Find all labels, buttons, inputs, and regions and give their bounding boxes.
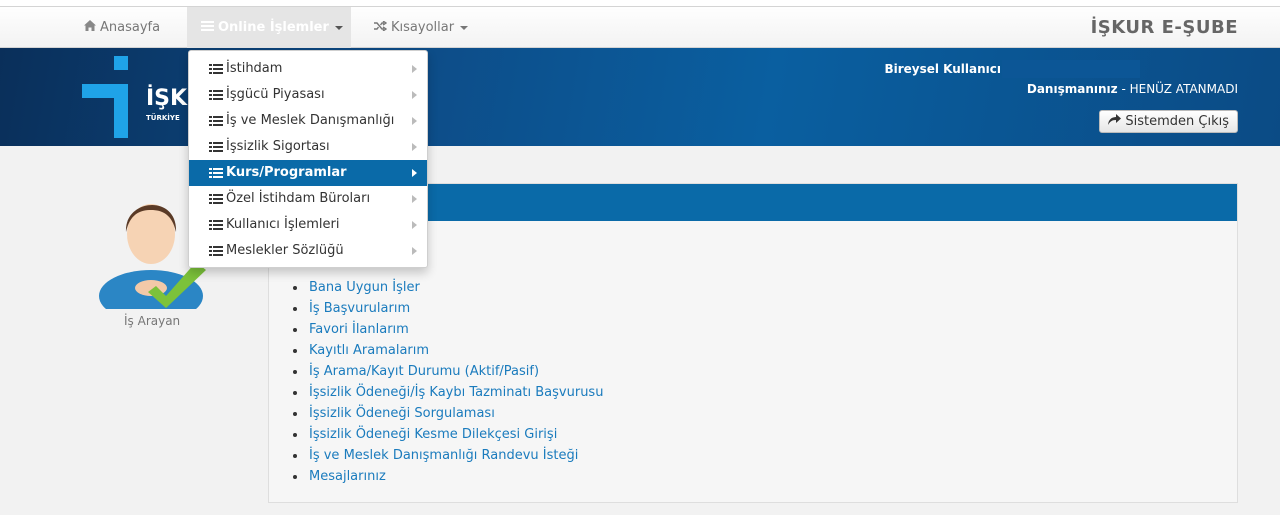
list-item[interactable]: İşsizlik Ödeneği Kesme Dilekçesi Girişi [292,424,603,445]
list-item[interactable]: Kayıtlı Aramalarım [292,340,603,361]
menu-item-label: İşgücü Piyasası [226,87,325,102]
menu-item-kurs-programlar[interactable]: Kurs/Programlar [189,160,427,186]
caret-down-icon [460,25,469,30]
nav-home-label: Anasayfa [100,20,161,35]
menu-item-isgucu-piyasasi[interactable]: İşgücü Piyasası [189,82,427,108]
chevron-right-icon [412,65,417,73]
list-icon [209,90,223,100]
menu-item-label: İstihdam [226,61,283,76]
chevron-right-icon [412,143,417,151]
logo-text: İŞK [146,86,188,111]
chevron-right-icon [412,221,417,229]
menu-item-istihdam[interactable]: İstihdam [189,56,427,82]
nav-online-islemler[interactable]: Online İşlemler [187,7,351,48]
iskur-logo-icon [82,56,142,142]
menu-item-label: İş ve Meslek Danışmanlığı [226,113,395,128]
shuffle-icon [374,7,388,48]
list-icon [209,246,223,256]
list-icon [209,116,223,126]
brand-title: İŞKUR E-ŞUBE [1090,17,1238,38]
menu-item-meslekler-sozlugu[interactable]: Meslekler Sözlüğü [189,238,427,264]
chevron-right-icon [412,247,417,255]
logo-subtext: TÜRKİYE [146,114,180,122]
menu-item-label: Özel İstihdam Büroları [226,191,371,206]
menu-item-kullanici-islemleri[interactable]: Kullanıcı İşlemleri [189,212,427,238]
advisor-info: Danışmanınız - HENÜZ ATANMADI [1027,82,1238,96]
user-type-label: Bireysel Kullanıcı [884,62,1001,76]
advisor-label: Danışmanınız [1026,82,1118,96]
list-item[interactable]: İş Arama/Kayıt Durumu (Aktif/Pasif) [292,361,603,382]
chevron-right-icon [412,195,417,203]
list-icon [209,142,223,152]
share-arrow-icon [1108,114,1125,129]
list-item[interactable]: Favori İlanlarım [292,319,603,340]
menu-item-ozel-istihdam-burolari[interactable]: Özel İstihdam Büroları [189,186,427,212]
menu-item-label: Meslekler Sözlüğü [226,243,344,258]
chevron-right-icon [412,169,417,177]
list-item[interactable]: İş ve Meslek Danışmanlığı Randevu İsteği [292,445,603,466]
caret-down-icon [334,25,343,30]
navbar: Anasayfa Online İşlemler Kısayollar İŞKU… [0,6,1280,48]
chevron-right-icon [412,91,417,99]
list-item[interactable]: Mesajlarınız [292,466,603,487]
list-item[interactable]: İşsizlik Ödeneği Sorgulaması [292,403,603,424]
nav-home[interactable]: Anasayfa [70,7,174,48]
menu-item-is-ve-meslek-danismanligi[interactable]: İş ve Meslek Danışmanlığı [189,108,427,134]
menu-item-issizlik-sigortasi[interactable]: İşsizlik Sigortası [189,134,427,160]
user-name-redacted [1002,60,1140,78]
nav-online-label: Online İşlemler [218,20,329,35]
advisor-value: - HENÜZ ATANMADI [1117,82,1238,96]
list-icon [209,168,223,178]
menu-item-label: Kullanıcı İşlemleri [226,217,340,232]
menu-item-label: İşsizlik Sigortası [226,139,330,154]
list-icon [209,220,223,230]
quick-links-list: Bana Uygun İşler İş Başvurularım Favori … [292,277,603,487]
nav-kisayollar[interactable]: Kısayollar [360,7,482,48]
list-icon [209,194,223,204]
list-icon [201,7,214,48]
online-islemler-dropdown: İstihdam İşgücü Piyasası İş ve Meslek Da… [188,50,428,268]
nav-kisayollar-label: Kısayollar [391,20,455,35]
list-item[interactable]: İş Başvurularım [292,298,603,319]
profile-label: İş Arayan [124,314,181,328]
logout-label: Sistemden Çıkış [1125,114,1229,129]
home-icon [84,7,96,48]
chevron-right-icon [412,117,417,125]
logout-button[interactable]: Sistemden Çıkış [1099,110,1238,133]
menu-item-label: Kurs/Programlar [226,165,347,180]
list-item[interactable]: Bana Uygun İşler [292,277,603,298]
list-item[interactable]: İşsizlik Ödeneği/İş Kaybı Tazminatı Başv… [292,382,603,403]
list-icon [209,64,223,74]
